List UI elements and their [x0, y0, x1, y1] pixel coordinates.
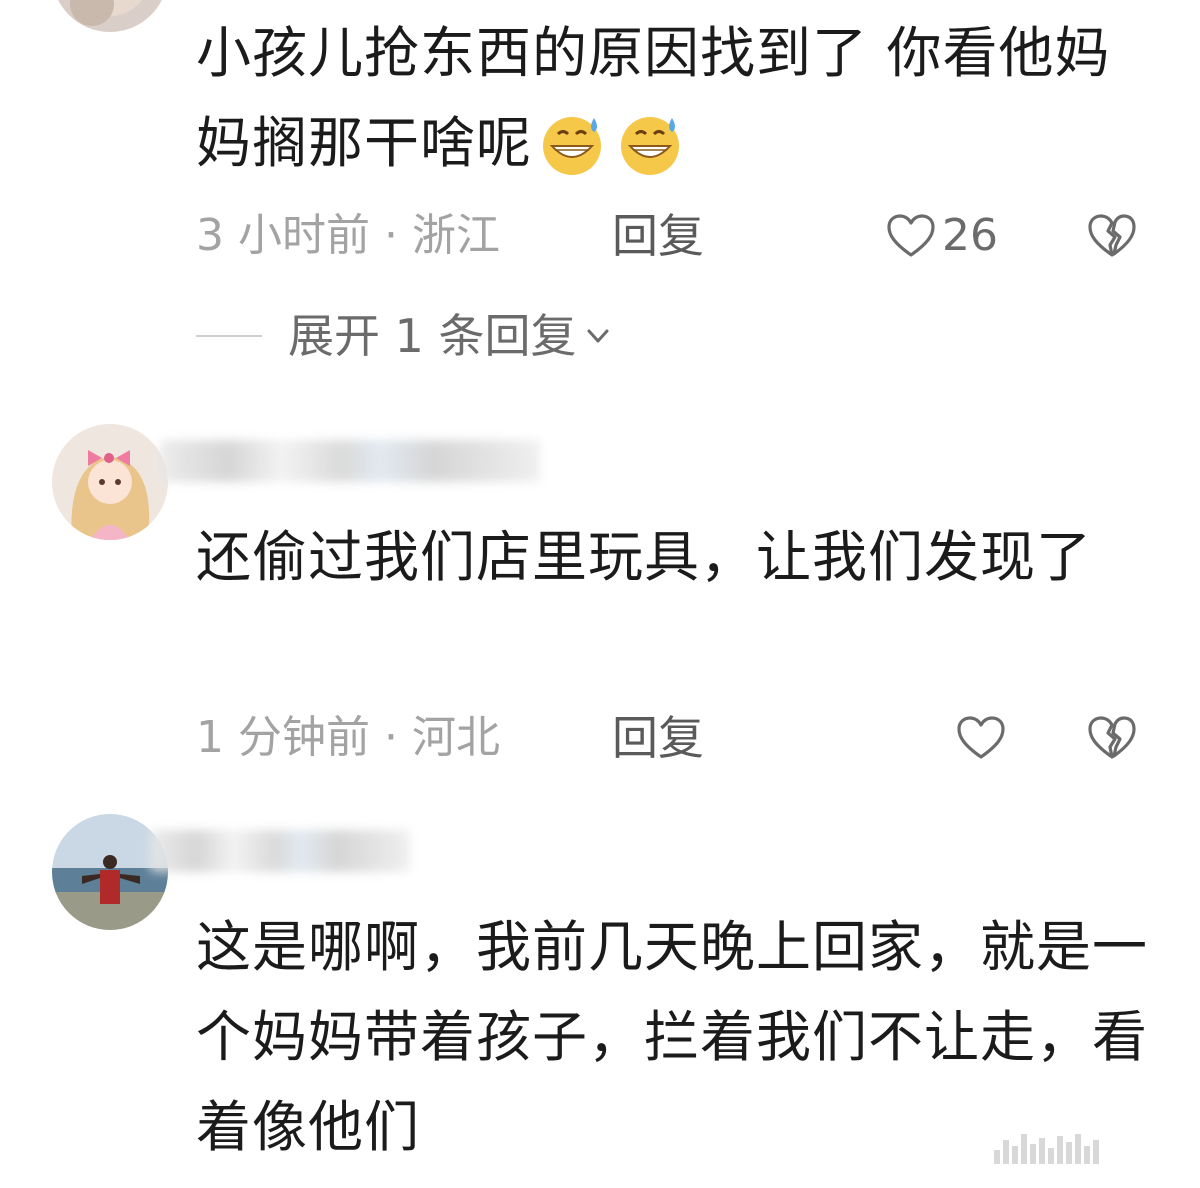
grinning-sweat-emoji: [614, 112, 688, 202]
heart-outline-icon: [886, 213, 936, 259]
dislike-button[interactable]: [1086, 708, 1138, 768]
comment-text: 还偷过我们店里玩具，让我们发现了: [196, 525, 1093, 589]
username-redacted[interactable]: [150, 830, 410, 872]
comment-meta: 1 分钟前 · 河北: [196, 712, 500, 763]
broken-heart-icon: [1086, 715, 1138, 761]
chevron-down-icon: [583, 321, 613, 351]
avatar[interactable]: [52, 424, 168, 540]
dislike-button[interactable]: [1086, 206, 1138, 266]
divider-line: [196, 335, 262, 337]
expand-replies-label: 展开 1 条回复: [288, 309, 577, 363]
watermark: [994, 1124, 1174, 1164]
like-button[interactable]: 26: [886, 206, 998, 266]
expand-replies-button[interactable]: 展开 1 条回复: [196, 306, 613, 366]
like-button[interactable]: [956, 708, 1006, 768]
username-redacted[interactable]: [160, 440, 540, 482]
reply-button[interactable]: 回复: [612, 206, 704, 266]
avatar[interactable]: [52, 0, 168, 32]
comment-text: 小孩儿抢东西的原因找到了 你看他妈妈搁那干啥呢: [196, 8, 1116, 202]
grinning-sweat-emoji: [536, 112, 610, 202]
heart-outline-icon: [956, 715, 1006, 761]
like-count: 26: [942, 210, 998, 261]
comment-meta: 3 小时前 · 浙江: [196, 210, 500, 261]
broken-heart-icon: [1086, 213, 1138, 259]
reply-button[interactable]: 回复: [612, 708, 704, 768]
